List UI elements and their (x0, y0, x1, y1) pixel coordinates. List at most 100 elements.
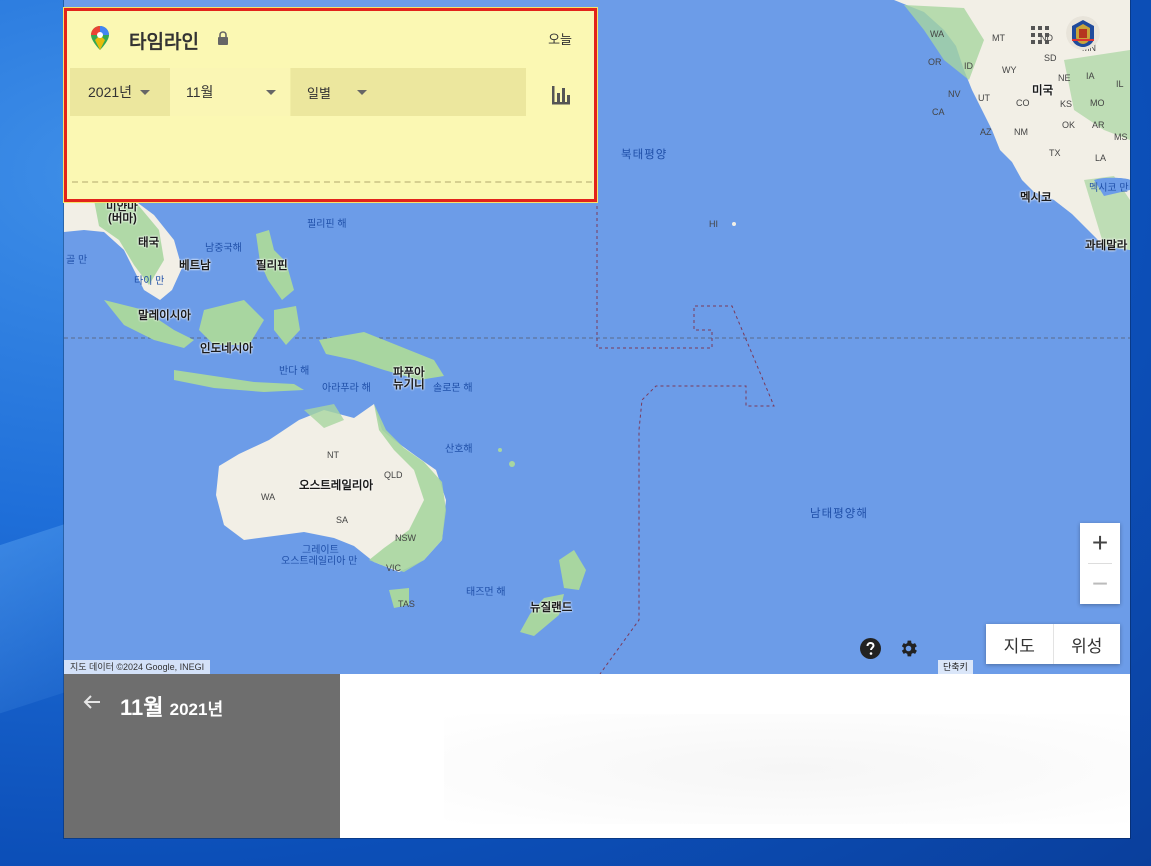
state-label-ia: IA (1086, 71, 1095, 81)
year-dropdown-value: 2021년 (88, 84, 133, 100)
selected-year: 2021년 (169, 700, 224, 719)
new-zealand-label: 뉴질랜드 (530, 602, 573, 614)
help-icon[interactable] (860, 638, 881, 659)
chevron-down-icon (266, 89, 276, 95)
gulf-thailand-label: 타이 만 (134, 276, 165, 287)
gulf-mexico-label: 멕시코 만 (1089, 183, 1129, 194)
back-arrow-icon[interactable] (82, 692, 102, 712)
year-dropdown[interactable]: 2021년 (70, 68, 170, 116)
timeline-panel: 타임라인 오늘 2021년 11월 일별 (64, 8, 597, 202)
state-label-sd: SD (1044, 53, 1057, 63)
coral-sea-label: 산호해 (445, 444, 473, 455)
nz-south-island (520, 594, 564, 636)
philippine-sea-label: 필리핀 해 (307, 219, 347, 230)
state-label-mt: MT (992, 33, 1005, 43)
state-label-wy: WY (1002, 65, 1017, 75)
google-apps-icon[interactable] (1031, 26, 1049, 44)
thailand-label: 태국 (138, 237, 160, 249)
state-label-ar: AR (1092, 120, 1105, 130)
usa-label: 미국 (1032, 85, 1054, 97)
state-label-ne: NE (1058, 73, 1071, 83)
zoom-control: + − (1080, 523, 1120, 604)
timeline-title: 타임라인 (129, 32, 199, 53)
google-maps-pin-icon (91, 26, 109, 50)
state-label-nt: NT (327, 450, 339, 460)
png-label-1: 파푸아 (393, 367, 425, 379)
png-label-2: 뉴기니 (393, 379, 425, 391)
state-label-il: IL (1116, 79, 1124, 89)
state-label-vic: VIC (386, 563, 402, 573)
tasman-sea-label: 태즈먼 해 (466, 587, 506, 598)
state-label-qld: QLD (384, 470, 403, 480)
detail-placeholder (444, 714, 1130, 824)
new-guinea-land (319, 332, 444, 380)
keyboard-shortcuts-link[interactable]: 단축키 (938, 660, 973, 674)
selected-month: 11월 (120, 695, 164, 720)
myanmar-label-2: (버마) (108, 213, 137, 225)
timeline-header: 타임라인 오늘 (67, 11, 594, 67)
chevron-down-icon (140, 89, 151, 95)
state-label-or: OR (928, 57, 942, 67)
state-label-tx: TX (1049, 148, 1061, 158)
philippines-label: 필리핀 (256, 260, 288, 272)
state-label-co: CO (1016, 98, 1030, 108)
state-label-nv: NV (948, 89, 961, 99)
map-attribution: 지도 데이터 ©2024 Google, INEGI (64, 660, 211, 674)
month-dropdown[interactable]: 11월 (170, 68, 290, 116)
australia-label: 오스트레일리아 (299, 480, 374, 492)
day-unit-dropdown[interactable]: 일별 (291, 68, 526, 116)
state-label-wa-us: WA (930, 29, 945, 39)
map-type-satellite-button[interactable]: 위성 (1054, 624, 1121, 664)
selected-month-heading: 11월 2021년 (120, 690, 223, 722)
gear-icon[interactable] (898, 638, 919, 659)
state-label-wa-au: WA (261, 492, 276, 502)
indonesia-label: 인도네시아 (200, 343, 253, 355)
malaysia-label: 말레이시아 (138, 310, 191, 322)
state-label-az: AZ (980, 127, 992, 137)
timeline-track-placeholder (72, 181, 592, 183)
state-label-ks: KS (1060, 99, 1073, 109)
state-label-ca: CA (932, 107, 945, 117)
gulf-bengal-label: 골 만 (66, 255, 88, 266)
date-line (596, 200, 775, 674)
day-summary-panel: 11월 2021년 (64, 674, 340, 838)
zoom-out-button[interactable]: − (1080, 564, 1120, 604)
account-avatar[interactable] (1066, 16, 1100, 50)
solomon-sea-label: 솔로몬 해 (433, 383, 473, 394)
vietnam-label: 베트남 (179, 260, 211, 272)
nz-north-island (559, 550, 586, 590)
state-label-mo: MO (1090, 98, 1105, 108)
state-label-nm: NM (1014, 127, 1028, 137)
state-label-sa: SA (336, 515, 349, 525)
day-unit-dropdown-value: 일별 (307, 85, 331, 101)
state-label-id: ID (964, 61, 973, 71)
north-pacific-label: 북태평양 (621, 149, 668, 161)
myanmar-label-1: 미얀마 (106, 201, 138, 213)
guatemala-label: 과테말라 (1085, 240, 1128, 252)
timeline-date-controls: 2021년 11월 일별 (70, 68, 526, 116)
zoom-in-button[interactable]: + (1080, 523, 1120, 563)
arafura-sea-label: 아라푸라 해 (322, 383, 371, 394)
state-label-ok: OK (1062, 120, 1076, 130)
timeline-detail-area (404, 674, 1130, 838)
today-button[interactable]: 오늘 (548, 29, 572, 48)
state-label-la: LA (1095, 153, 1107, 163)
map-type-toggle: 지도 위성 (986, 624, 1120, 664)
month-dropdown-value: 11월 (186, 84, 214, 100)
sumatra-land (104, 300, 194, 348)
sulawesi-land (274, 306, 300, 345)
mexico-label: 멕시코 (1020, 192, 1052, 204)
chevron-down-icon (356, 89, 367, 95)
state-label-tas: TAS (398, 599, 415, 609)
lock-icon (218, 31, 228, 45)
state-label-hi: HI (709, 219, 718, 229)
great-bight-label-2: 오스트레일리아 만 (281, 556, 358, 567)
state-label-ms: MS (1114, 132, 1128, 142)
map-type-map-button[interactable]: 지도 (986, 624, 1053, 664)
bar-chart-icon[interactable] (550, 84, 572, 106)
south-china-sea-label: 남중국해 (205, 243, 242, 254)
south-pacific-label: 남태평양해 (810, 508, 868, 520)
banda-sea-label: 반다 해 (279, 366, 310, 377)
state-label-ut: UT (978, 93, 990, 103)
state-label-nsw: NSW (395, 533, 416, 543)
